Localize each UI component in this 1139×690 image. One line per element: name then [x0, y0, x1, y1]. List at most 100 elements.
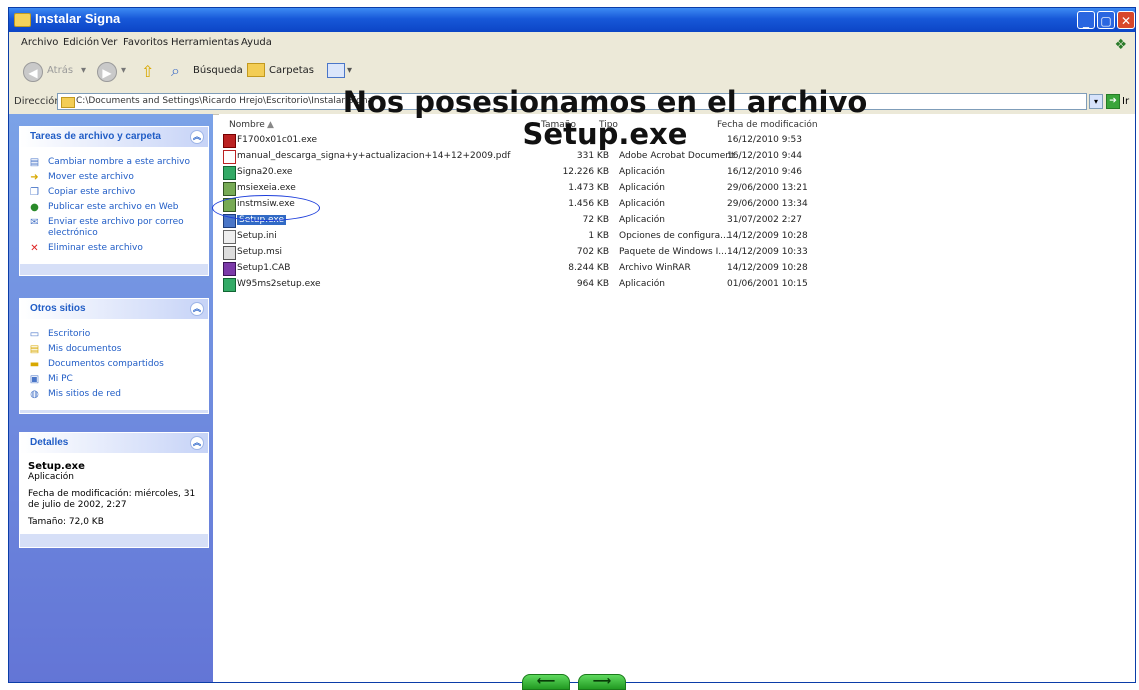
task-label: Enviar este archivo por correo electróni… [48, 217, 184, 238]
menu-bar: Archivo Edición Ver Favoritos Herramient… [9, 32, 1135, 55]
winrar-icon [223, 262, 236, 276]
minimize-button[interactable]: _ [1077, 11, 1095, 29]
back-button[interactable]: ◀ [23, 62, 43, 82]
file-row-selected[interactable]: Setup.exe 72 KB Aplicación 31/07/2002 2:… [219, 214, 819, 228]
move-icon: ➜ [30, 172, 39, 183]
task-label: Eliminar este archivo [48, 243, 143, 253]
task-copy[interactable]: ❐ Copiar este archivo [28, 187, 202, 198]
highlight-ellipse [212, 195, 320, 221]
globe-icon: ● [30, 202, 39, 213]
search-button[interactable]: Búsqueda [193, 65, 243, 76]
file-type: Aplicación [619, 279, 665, 289]
file-name: manual_descarga_signa+y+actualizacion+14… [237, 151, 511, 161]
file-name: Setup.ini [237, 231, 277, 241]
column-name[interactable]: Nombre [229, 120, 265, 130]
file-type: Adobe Acrobat Document [619, 151, 735, 161]
place-desktop[interactable]: ▭ Escritorio [28, 329, 202, 340]
documents-icon: ▤ [29, 344, 40, 355]
folders-button[interactable]: Carpetas [269, 65, 314, 76]
forward-button[interactable]: ▶ [97, 62, 117, 82]
task-move[interactable]: ➜ Mover este archivo [28, 172, 202, 183]
caption-line-2: Setup.exe [522, 117, 688, 151]
file-type: Paquete de Windows I... [619, 247, 727, 257]
views-dropdown-icon[interactable]: ▾ [347, 65, 352, 76]
details-panel: Detalles ︽ Setup.exe Aplicación Fecha de… [19, 432, 209, 548]
file-name: F1700x01c01.exe [237, 135, 318, 145]
next-button[interactable]: ⟶ [578, 674, 626, 690]
file-row[interactable]: manual_descarga_signa+y+actualizacion+14… [219, 150, 819, 164]
place-label: Escritorio [48, 329, 91, 339]
menu-ver[interactable]: Ver [101, 37, 117, 48]
close-button[interactable]: ✕ [1117, 11, 1135, 29]
search-icon[interactable]: ⌕ [171, 61, 180, 81]
file-row[interactable]: W95ms2setup.exe 964 KB Aplicación 01/06/… [219, 278, 819, 292]
title-bar[interactable]: Instalar Signa _ ▢ ✕ [9, 8, 1135, 32]
go-button[interactable]: ➔ [1106, 94, 1120, 109]
places-panel-header[interactable]: Otros sitios ︽ [20, 299, 208, 319]
file-size: 8.244 KB [568, 263, 609, 273]
file-row[interactable]: Setup.ini 1 KB Opciones de configura... … [219, 230, 819, 244]
details-panel-header[interactable]: Detalles ︽ [20, 433, 208, 453]
previous-button[interactable]: ⟵ [522, 674, 570, 690]
back-dropdown-icon[interactable]: ▾ [81, 65, 86, 76]
file-size: 1.473 KB [568, 183, 609, 193]
file-type: Aplicación [619, 199, 665, 209]
instruction-caption: Nos posesionamos en el archivo Setup.exe [335, 86, 875, 150]
collapse-icon[interactable]: ︽ [190, 436, 204, 450]
address-dropdown-button[interactable]: ▾ [1089, 94, 1103, 109]
file-type: Opciones de configura... [619, 231, 729, 241]
file-size: 702 KB [576, 247, 609, 257]
file-type: Aplicación [619, 215, 665, 225]
task-publish-web[interactable]: ● Publicar este archivo en Web [28, 202, 202, 213]
delete-icon: ✕ [30, 243, 39, 254]
desktop-icon: ▭ [29, 329, 40, 340]
copy-icon: ❐ [30, 187, 39, 198]
file-row[interactable]: Signa20.exe 12.226 KB Aplicación 16/12/2… [219, 166, 819, 180]
place-label: Mis sitios de red [48, 389, 121, 399]
menu-archivo[interactable]: Archivo [21, 37, 58, 48]
file-date: 14/12/2009 10:28 [727, 231, 808, 241]
shared-folder-icon: ▬ [29, 359, 40, 370]
installer-icon [223, 182, 236, 196]
file-list: Nombre ▲ Tamaño Tipo Fecha de modificaci… [219, 114, 1135, 682]
file-row[interactable]: Setup1.CAB 8.244 KB Archivo WinRAR 14/12… [219, 262, 819, 276]
file-row[interactable]: Setup.msi 702 KB Paquete de Windows I...… [219, 246, 819, 260]
collapse-icon[interactable]: ︽ [190, 302, 204, 316]
file-name: Signa20.exe [237, 167, 293, 177]
detail-size: Tamaño: 72,0 KB [28, 517, 104, 527]
file-size: 12.226 KB [562, 167, 609, 177]
rename-icon: ▤ [29, 157, 40, 168]
menu-favoritos[interactable]: Favoritos [123, 37, 168, 48]
views-icon[interactable] [327, 63, 345, 78]
task-email[interactable]: ✉ Enviar este archivo por correo electrón… [28, 217, 202, 239]
menu-edicion[interactable]: Edición [63, 37, 99, 48]
menu-herramientas[interactable]: Herramientas [171, 37, 239, 48]
network-icon: ◍ [30, 389, 39, 400]
tasks-panel-body: ▤ Cambiar nombre a este archivo ➜ Mover es… [20, 147, 208, 264]
exe-icon [223, 134, 236, 148]
menu-ayuda[interactable]: Ayuda [241, 37, 272, 48]
go-label[interactable]: Ir [1122, 96, 1129, 107]
up-folder-icon[interactable]: ⇧ [141, 62, 154, 81]
file-type: Aplicación [619, 167, 665, 177]
forward-dropdown-icon[interactable]: ▾ [121, 65, 126, 76]
place-my-pc[interactable]: ▣ Mi PC [28, 374, 202, 385]
folders-icon[interactable] [247, 63, 265, 77]
file-date: 31/07/2002 2:27 [727, 215, 802, 225]
file-size: 72 KB [582, 215, 609, 225]
place-shared-documents[interactable]: ▬ Documentos compartidos [28, 359, 202, 370]
task-delete[interactable]: ✕ Eliminar este archivo [28, 243, 202, 254]
place-my-documents[interactable]: ▤ Mis documentos [28, 344, 202, 355]
file-name: msiexeia.exe [237, 183, 296, 193]
collapse-icon[interactable]: ︽ [190, 130, 204, 144]
task-label: Cambiar nombre a este archivo [48, 157, 190, 167]
tasks-panel-header[interactable]: Tareas de archivo y carpeta ︽ [20, 127, 208, 147]
file-size: 1.456 KB [568, 199, 609, 209]
file-date: 16/12/2010 9:46 [727, 167, 802, 177]
maximize-button[interactable]: ▢ [1097, 11, 1115, 29]
place-network[interactable]: ◍ Mis sitios de red [28, 389, 202, 400]
settings-file-icon [223, 230, 236, 244]
file-row[interactable]: msiexeia.exe 1.473 KB Aplicación 29/06/2… [219, 182, 819, 196]
windows-logo-icon: ❖ [1114, 37, 1127, 53]
task-rename[interactable]: ▤ Cambiar nombre a este archivo [28, 157, 202, 168]
